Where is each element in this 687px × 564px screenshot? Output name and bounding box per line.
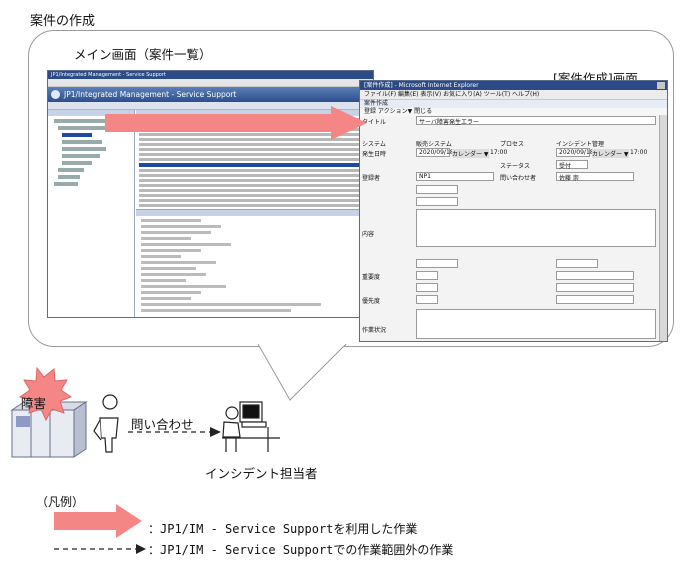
incident-handler-icon [222,401,280,452]
create-form: タイトル サーバ障害発生エラー システム 販売システム プロセス インシデント管… [360,115,659,341]
main-window-banner: JP1/Integrated Management - Service Supp… [48,87,373,102]
content-textarea [416,209,656,247]
inquirer-value: 佐藤 崇 [559,175,579,182]
handling-textarea [416,309,656,339]
page-title: 案件の作成 [30,14,96,29]
create-window-titlebar: [案件作成] - Microsoft Internet Explorer [360,81,667,90]
inquirer-field: 佐藤 崇 [556,172,634,182]
title-field: サーバ障害発生エラー [416,116,656,126]
process-value: インシデント管理 [556,141,605,148]
status-select: 受付 [556,160,588,170]
legend-solid-text: ：JP1/IM - Service Supportを利用した作業 [148,522,418,536]
severity-reason-field [556,271,634,280]
create-window-scrollbar [659,115,667,341]
system-label: システム [362,141,386,148]
inquirer-label: 問い合わせ者 [500,175,537,182]
severity-select [416,271,438,280]
calendar-button-2: カレンダー ▼ [592,149,629,158]
case-detail [136,209,373,317]
inquiry-label: 問い合わせ [131,417,194,432]
status-label: ステータス [500,163,531,170]
legend-title: （凡例） [36,495,85,509]
date-field: 2020/09/18 [416,148,454,157]
system-value: 販売システム [416,141,452,148]
content-label: 内容 [362,231,375,238]
priority-select [416,295,438,304]
legend-dashed-text: ：JP1/IM - Service Supportでの作業範囲外の作業 [148,543,454,557]
occurrence-label: 発生日時 [362,151,387,158]
priority-label: 優先度 [362,298,381,305]
inquirer-person-icon [93,394,119,453]
date-value: 2020/09/18 [419,149,454,156]
flow-arrow [105,106,367,140]
select-field-b [416,197,458,206]
create-window: [案件作成] - Microsoft Internet Explorer ファイ… [359,80,668,342]
registration-value: NP1 [419,173,431,180]
registration-field: NP1 [416,172,494,181]
close-icon [657,82,665,89]
severity-label: 重要度 [362,274,381,281]
impact-reason-field [556,283,634,292]
create-window-menubar: ファイル(F) 編集(E) 表示(V) お気に入り(A) ツール(T) ヘルプ(… [360,90,667,100]
date-value-2: 2020/09/18 [559,149,594,156]
incident-person-label: インシデント担当者 [205,466,318,481]
banner-text: JP1/Integrated Management - Service Supp… [64,90,237,99]
incident-label: 障害 [21,396,47,411]
status-value: 受付 [559,163,572,170]
date-field-b2 [556,259,598,268]
select-field-a [416,185,458,194]
create-window-header: 案件作成 [360,100,667,108]
date-field-b1 [416,259,458,268]
main-screen-label: メイン画面（案件一覧） [74,47,212,62]
title-field-value: サーバ障害発生エラー [419,119,479,126]
product-logo-icon [51,90,60,99]
main-window-titlebar: JP1/Integrated Management - Service Supp… [48,71,373,79]
handling-label: 作業状況 [362,327,387,334]
main-window-menubar [48,79,373,87]
date-field-2: 2020/09/18 [556,148,594,157]
calendar-button: カレンダー ▼ [452,149,489,158]
time-value: 17:00 [490,149,508,156]
time-value-2: 17:00 [630,149,648,156]
impact-select [416,283,438,292]
priority-reason-field [556,295,634,304]
process-label: プロセス [500,141,525,148]
registration-label: 登録者 [362,175,381,182]
create-window-title: [案件作成] - Microsoft Internet Explorer [364,82,479,89]
main-window-tree [48,110,135,317]
